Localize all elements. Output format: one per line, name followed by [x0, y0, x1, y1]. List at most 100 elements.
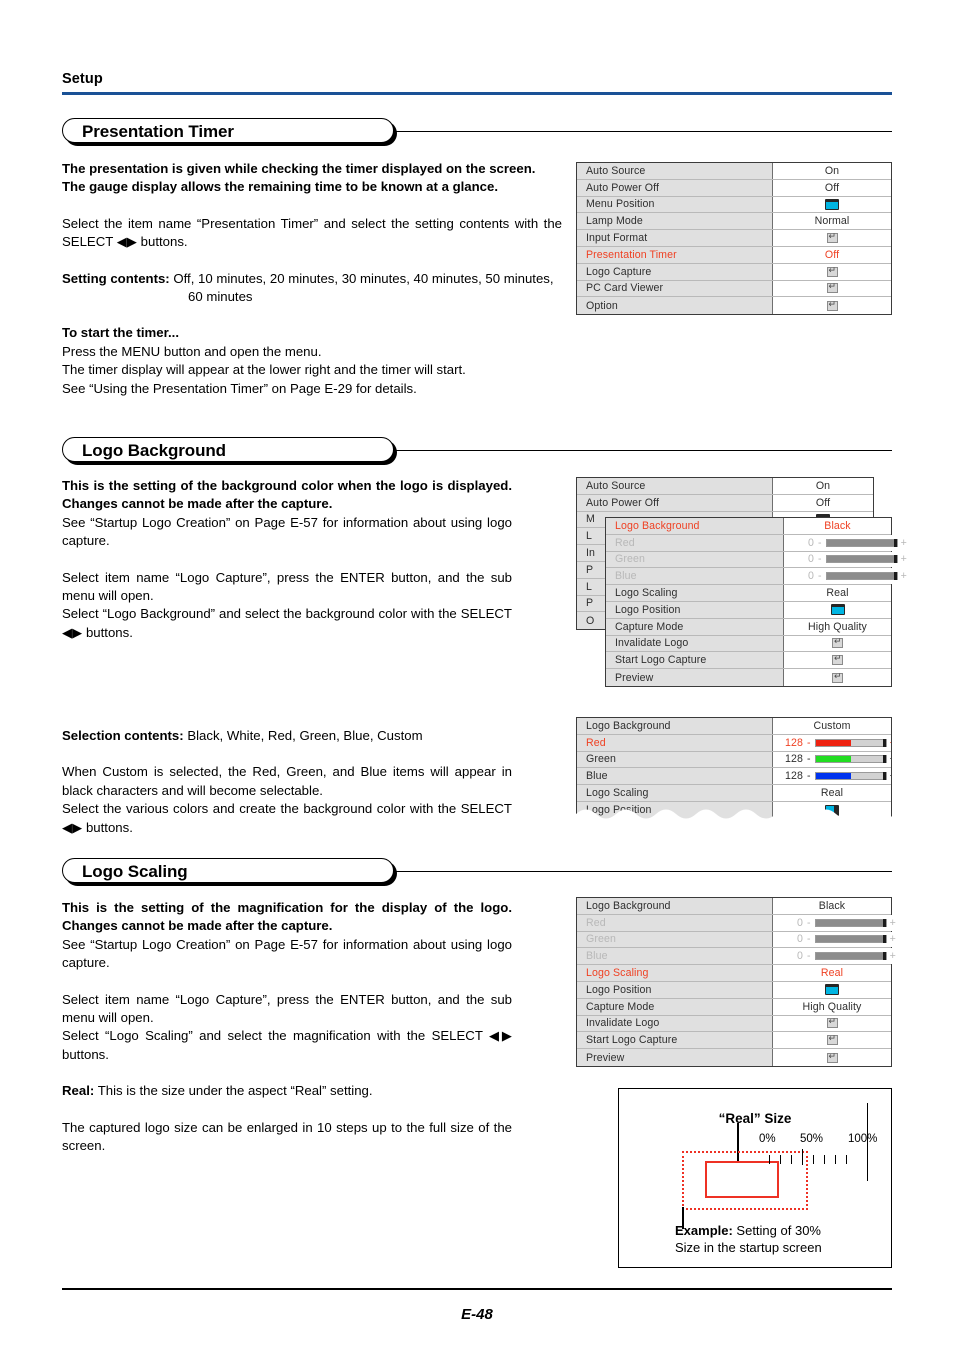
osd-row[interactable]: Start Logo Capture [606, 652, 891, 670]
slider-increase[interactable]: + [887, 737, 891, 749]
osd-row-value[interactable]: 128- + [773, 768, 891, 785]
slider-track[interactable] [814, 772, 887, 781]
osd-row[interactable]: Presentation Timer Off [577, 246, 891, 264]
slider-increase[interactable]: + [887, 933, 896, 945]
osd-row-value[interactable]: Off [773, 179, 891, 196]
osd-row-value[interactable] [784, 635, 891, 652]
osd-row[interactable]: Red 0- + [606, 534, 907, 552]
osd-row[interactable]: Capture Mode High Quality [577, 998, 891, 1016]
osd-row[interactable]: Logo Scaling Real [606, 585, 891, 602]
slider-track[interactable] [825, 555, 898, 564]
slider-decrease[interactable]: - [803, 917, 815, 929]
osd-row[interactable]: Blue 128- + [577, 768, 891, 786]
slider-track[interactable] [814, 738, 887, 747]
slider-track[interactable] [825, 538, 898, 547]
osd-row[interactable]: Blue 0- + [577, 948, 896, 966]
osd-logo-capture-custom[interactable]: Logo BackgroundCustomRed128-+Green128-+B… [576, 717, 892, 819]
osd-row-value[interactable] [773, 1015, 891, 1032]
osd-row[interactable]: Auto Power Off Off [577, 494, 873, 512]
osd-row[interactable]: Logo Position [577, 981, 891, 999]
osd-row-value[interactable] [773, 981, 891, 998]
osd-row-value[interactable]: On [773, 478, 873, 494]
osd-row-value[interactable]: 0- + [773, 931, 896, 948]
slider-decrease[interactable]: - [803, 933, 815, 945]
osd-row[interactable]: Red 128- + [577, 734, 891, 752]
osd-row[interactable]: Red 0- + [577, 914, 896, 932]
osd-logo-scaling-menu[interactable]: Logo Background Black Red 0- + Green 0- + Blue 0-… [576, 897, 896, 1067]
osd-row[interactable]: Option [577, 297, 891, 315]
osd-row[interactable]: Logo Background Black [577, 898, 891, 915]
osd-row-value[interactable] [773, 263, 891, 280]
osd-row-value[interactable] [773, 196, 891, 213]
osd-row-value[interactable]: Off [773, 246, 891, 263]
osd-row-value[interactable]: Normal [773, 213, 891, 230]
osd-row-value[interactable] [773, 1032, 891, 1049]
osd-row[interactable]: Logo Background Black [606, 518, 891, 535]
slider-track[interactable] [825, 572, 898, 581]
osd-row-value[interactable]: Real [773, 965, 891, 981]
osd-row-value[interactable]: Off [773, 494, 873, 511]
osd-row[interactable]: Auto Source On [577, 163, 891, 180]
slider-track[interactable] [814, 755, 887, 764]
osd-row[interactable]: Auto Power Off Off [577, 179, 891, 197]
osd-row[interactable]: Input Format [577, 230, 891, 247]
osd-row[interactable]: Green 0- + [606, 551, 907, 569]
slider-increase[interactable]: + [887, 770, 891, 782]
slider-increase[interactable]: + [887, 753, 891, 765]
osd-row[interactable]: Menu Position [577, 196, 891, 214]
osd-row[interactable]: Preview [606, 669, 891, 686]
osd-row-value[interactable] [784, 601, 891, 618]
osd-row[interactable]: Start Logo Capture [577, 1032, 891, 1050]
slider-decrease[interactable]: - [803, 753, 815, 765]
osd-row-value[interactable] [773, 280, 891, 297]
osd-row[interactable]: Logo Position [606, 601, 891, 619]
slider-increase[interactable]: + [898, 553, 907, 565]
slider-track[interactable] [814, 952, 887, 961]
osd-setup-menu[interactable]: Auto Source On Auto Power Off Off Menu Posit… [576, 162, 892, 316]
osd-row-value[interactable]: 0- + [773, 914, 896, 931]
slider-increase[interactable]: + [887, 917, 896, 929]
osd-row-value[interactable]: Real [773, 785, 891, 801]
osd-row-value[interactable] [784, 669, 891, 686]
slider-increase[interactable]: + [898, 537, 907, 549]
osd-row-value[interactable] [784, 652, 891, 669]
osd-row-value[interactable] [773, 230, 891, 246]
osd-row-value[interactable]: 0- + [784, 568, 907, 585]
osd-row-value[interactable]: Black [784, 518, 891, 534]
slider-decrease[interactable]: - [803, 950, 815, 962]
osd-row-value[interactable]: 128- + [773, 734, 891, 751]
osd-row[interactable]: Preview [577, 1049, 891, 1066]
slider-decrease[interactable]: - [803, 737, 815, 749]
slider-increase[interactable]: + [898, 570, 907, 582]
osd-row-value[interactable]: 0- + [773, 948, 896, 965]
slider-increase[interactable]: + [887, 950, 896, 962]
osd-row-value[interactable]: Custom [773, 718, 891, 734]
osd-row[interactable]: Capture Mode High Quality [606, 618, 891, 636]
slider-track[interactable] [814, 935, 887, 944]
osd-row-value[interactable]: Real [784, 585, 891, 601]
osd-row-value[interactable]: 0- + [784, 551, 907, 568]
osd-row[interactable]: PC Card Viewer [577, 280, 891, 298]
osd-row[interactable]: Invalidate Logo [606, 635, 891, 653]
slider-decrease[interactable]: - [814, 537, 826, 549]
slider-decrease[interactable]: - [803, 770, 815, 782]
osd-row[interactable]: Lamp Mode Normal [577, 213, 891, 231]
osd-row[interactable]: Blue 0- + [606, 568, 907, 586]
osd-row[interactable]: Logo Background Custom [577, 718, 891, 735]
osd-row-value[interactable]: 128- + [773, 751, 891, 768]
osd-row-value[interactable]: 0- + [784, 534, 907, 551]
osd-row[interactable]: Auto Source On [577, 478, 873, 495]
osd-row[interactable]: Invalidate Logo [577, 1015, 891, 1033]
osd-row-value[interactable] [773, 297, 891, 315]
osd-row-value[interactable] [773, 1049, 891, 1066]
osd-row-value[interactable]: High Quality [773, 998, 891, 1015]
osd-row[interactable]: Logo Capture [577, 263, 891, 281]
osd-row-value[interactable]: Black [773, 898, 891, 914]
osd-row[interactable]: Logo Scaling Real [577, 785, 891, 802]
slider-decrease[interactable]: - [814, 570, 826, 582]
osd-row-value[interactable]: On [773, 163, 891, 179]
slider-track[interactable] [814, 918, 887, 927]
osd-row[interactable]: Logo Scaling Real [577, 965, 891, 982]
osd-row-value[interactable]: High Quality [784, 618, 891, 635]
osd-row[interactable]: Green 0- + [577, 931, 896, 949]
